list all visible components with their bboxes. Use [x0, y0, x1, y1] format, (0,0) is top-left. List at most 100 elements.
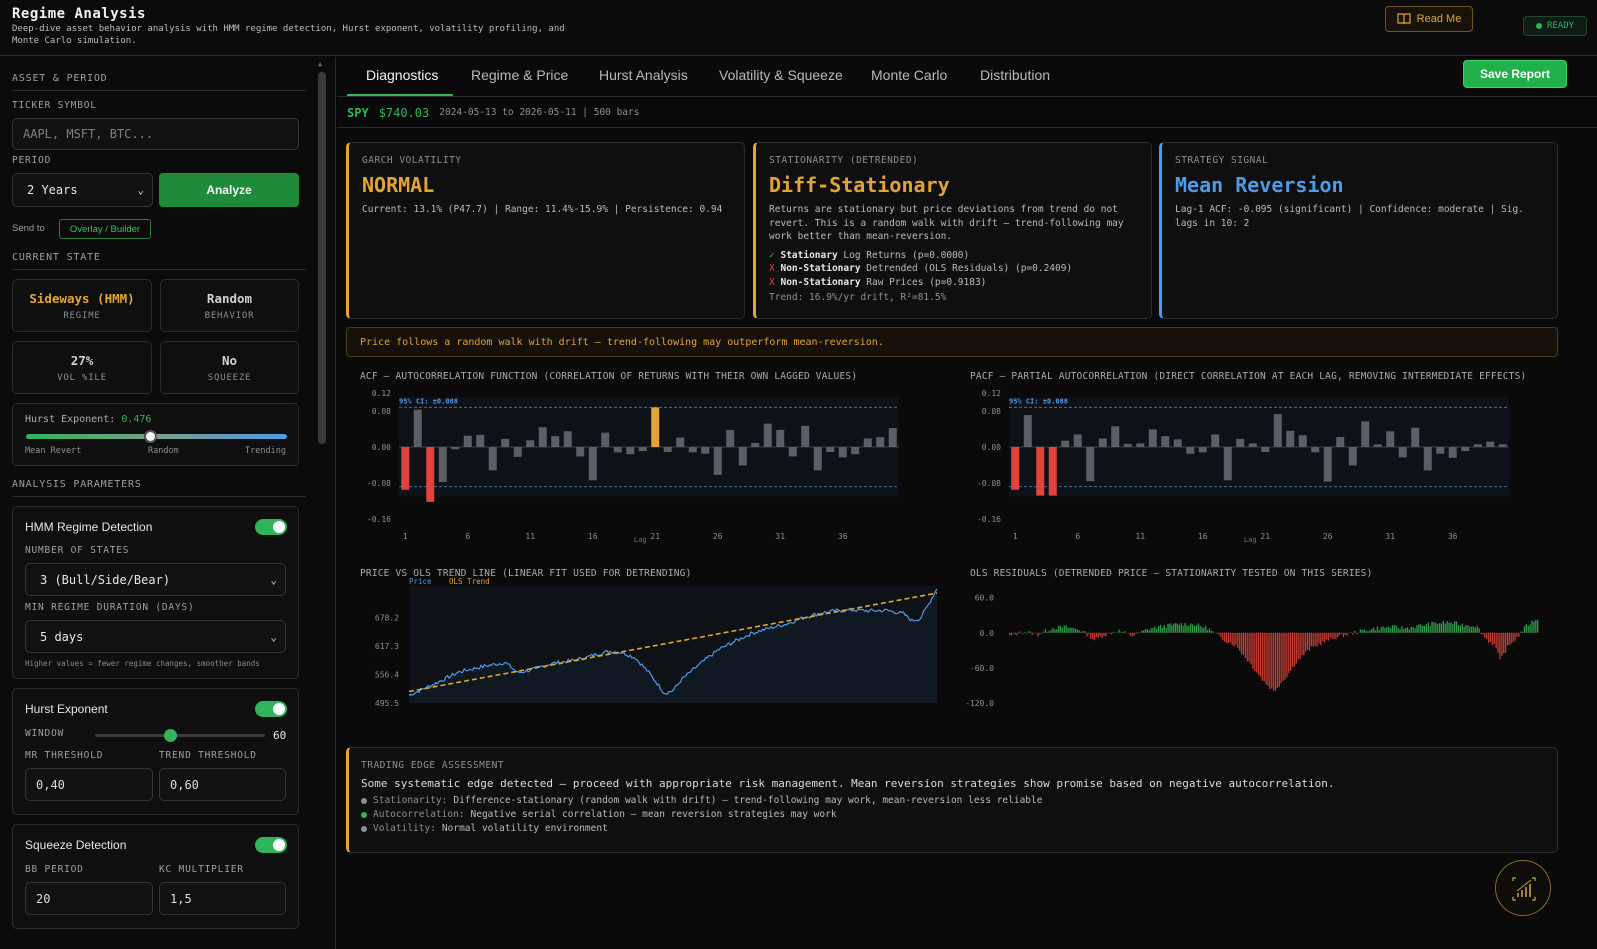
kc-multiplier-input[interactable]: 1,5: [159, 882, 286, 915]
resid-bar: [1131, 632, 1133, 637]
acf-bar: [876, 437, 885, 447]
tab-regime-price[interactable]: Regime & Price: [471, 67, 568, 83]
acf-bar: [738, 447, 747, 466]
resid-bar: [1129, 632, 1132, 636]
resid-bar: [1495, 632, 1497, 649]
resid-bar: [1357, 632, 1360, 634]
status-badge: READY: [1523, 16, 1587, 36]
bb-period-label: BB PERIOD: [25, 864, 84, 875]
resid-bar: [1182, 625, 1184, 633]
resid-bar: [1148, 630, 1150, 633]
resid-bar: [1397, 627, 1399, 633]
app-subtitle: Deep-dive asset behavior analysis with H…: [12, 24, 565, 46]
tab-monte-carlo[interactable]: Monte Carlo: [871, 67, 947, 83]
resid-bar: [1193, 625, 1196, 633]
tab-distribution[interactable]: Distribution: [980, 67, 1050, 83]
resid-bar: [1154, 626, 1156, 633]
acf-ci-label: 95% CI: ±0.088: [399, 397, 458, 405]
hurst-title: Hurst Exponent: [25, 702, 108, 716]
resid-bar: [1510, 632, 1512, 644]
chart-assistant-button[interactable]: [1495, 860, 1551, 916]
acf-bar: [851, 447, 860, 455]
squeeze-stat: No SQUEEZE: [160, 341, 299, 394]
resid-bar: [1433, 622, 1435, 633]
acf-bar: [576, 447, 585, 457]
resid-bar: [1165, 627, 1167, 633]
resid-bar: [1506, 632, 1509, 646]
insight-banner: Price follows a random walk with drift —…: [346, 327, 1558, 357]
bb-period-input[interactable]: 20: [25, 882, 153, 915]
squeeze-toggle[interactable]: [255, 837, 287, 853]
pacf-bar: [1348, 447, 1357, 466]
resid-bar: [1325, 632, 1328, 640]
pacf-xtick: 26: [1323, 532, 1333, 541]
pacf-bar: [1498, 444, 1507, 447]
sidebar-scrollbar[interactable]: [318, 72, 326, 444]
resid-bar: [1248, 632, 1250, 662]
acf-xtick: 11: [525, 532, 535, 541]
hurst-toggle[interactable]: [255, 701, 287, 717]
window-slider-track[interactable]: [95, 734, 265, 737]
window-slider-handle[interactable]: [163, 729, 177, 742]
save-report-button[interactable]: Save Report: [1463, 60, 1567, 88]
resid-bar: [1088, 632, 1090, 635]
garch-card: GARCH VOLATILITY NORMAL Current: 13.1% (…: [346, 142, 745, 319]
resid-bar: [1054, 629, 1056, 633]
send-to-label: Send to: [12, 223, 45, 234]
tab-hurst-analysis[interactable]: Hurst Analysis: [599, 67, 688, 83]
resid-bar: [1414, 628, 1416, 633]
tab-diagnostics[interactable]: Diagnostics: [366, 67, 438, 83]
resid-ytick: -60.0: [970, 664, 994, 673]
period-select[interactable]: 2 Years ⌄: [12, 173, 153, 207]
edge-bullet-autocorrelation: Autocorrelation: Negative serial correlat…: [361, 809, 1545, 820]
app-header: Regime Analysis Deep-dive asset behavior…: [0, 0, 1597, 56]
test-detrended: X Non-Stationary Detrended (OLS Residual…: [769, 263, 1073, 274]
acf-bar: [463, 435, 472, 447]
ticker-label: TICKER SYMBOL: [12, 100, 97, 111]
resid-bar: [1405, 627, 1407, 633]
scroll-up-icon[interactable]: ▲: [318, 60, 322, 68]
trend-threshold-input[interactable]: 0,60: [159, 768, 286, 801]
resid-bar: [1480, 632, 1482, 635]
pacf-bar: [1273, 414, 1282, 447]
ticker-input[interactable]: AAPL, MSFT, BTC...: [12, 118, 299, 150]
resid-bar: [1107, 632, 1109, 634]
resid-bar: [1478, 628, 1480, 633]
mr-threshold-input[interactable]: 0,40: [25, 768, 153, 801]
period-label: PERIOD: [12, 155, 52, 166]
read-me-button[interactable]: Read Me: [1385, 6, 1473, 32]
chevron-down-icon: ⌄: [137, 183, 144, 197]
acf-ytick: 0.00: [372, 443, 391, 452]
hmm-toggle[interactable]: [255, 519, 287, 535]
resid-bar: [1444, 623, 1446, 633]
status-dot-icon: [1535, 23, 1542, 29]
price-ytick: 617.3: [375, 642, 399, 651]
resid-ytick: -120.0: [965, 699, 994, 708]
resid-bar: [1223, 632, 1226, 642]
resid-bar: [1146, 628, 1148, 633]
resid-bar: [1208, 628, 1211, 633]
resid-bar: [1474, 627, 1477, 633]
pacf-xtick: 1: [1013, 532, 1018, 541]
resid-bar: [1201, 627, 1203, 633]
chevron-down-icon: ⌄: [270, 573, 277, 586]
resid-bar: [1452, 624, 1454, 633]
window-value: 60: [273, 729, 287, 742]
resid-bar: [1133, 632, 1135, 636]
resid-bar: [1090, 632, 1092, 640]
resid-bar: [1207, 630, 1209, 633]
current-price: $740.03: [378, 105, 430, 120]
resid-bar: [1340, 632, 1343, 634]
resid-bar: [1178, 624, 1181, 633]
tab-volatility-squeeze[interactable]: Volatility & Squeeze: [719, 67, 843, 83]
min-duration-select[interactable]: 5 days ⌄: [25, 620, 286, 653]
edge-title: TRADING EDGE ASSESSMENT: [361, 760, 505, 771]
resid-bar: [1438, 623, 1441, 633]
regime-value: Sideways (HMM): [29, 291, 135, 306]
resid-bar: [1514, 632, 1516, 641]
send-to-overlay-builder-button[interactable]: Overlay / Builder: [59, 219, 151, 239]
analyze-button[interactable]: Analyze: [159, 173, 299, 207]
vol-percentile-value: 27%: [70, 353, 94, 368]
pacf-bar: [1061, 440, 1070, 447]
states-select[interactable]: 3 (Bull/Side/Bear) ⌄: [25, 563, 286, 596]
